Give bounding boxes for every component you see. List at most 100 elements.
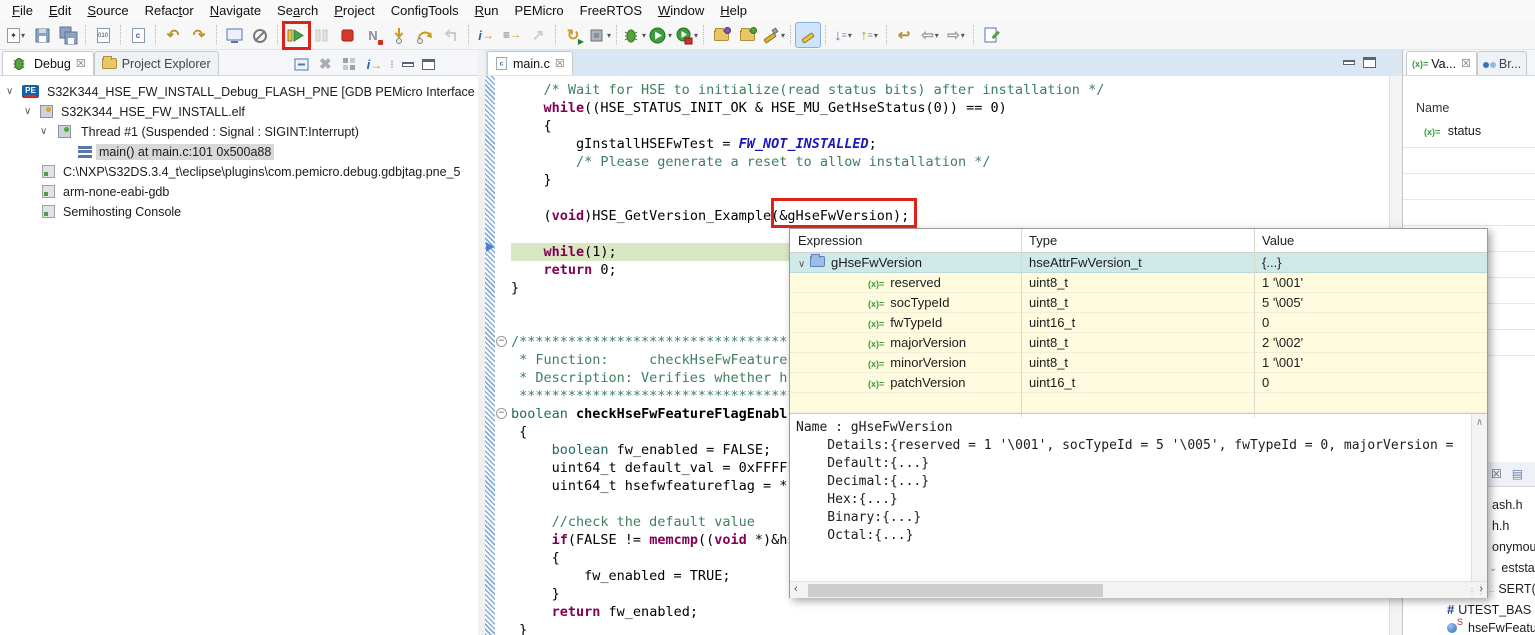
scroll-left-icon[interactable]: ‹	[794, 583, 798, 595]
skip-breakpoints-button[interactable]	[248, 23, 272, 47]
step-over-button[interactable]	[413, 23, 437, 47]
menu-navigate[interactable]: Navigate	[202, 1, 269, 20]
show-next-statement-icon[interactable]: i→	[367, 57, 383, 72]
expression-row[interactable]: (x)=reserveduint8_t1 '\001'	[790, 273, 1487, 293]
suspend-button[interactable]	[309, 23, 333, 47]
dropdown-arrow-icon[interactable]: ▾	[694, 31, 698, 40]
outline-list-icon[interactable]: ▤	[1512, 467, 1523, 481]
dropdown-arrow-icon[interactable]: ▾	[607, 31, 611, 40]
expression-row[interactable]: ∨gHseFwVersionhseAttrFwVersion_t{...}	[790, 253, 1487, 273]
expression-row[interactable]: (x)=majorVersionuint8_t2 '\002'	[790, 333, 1487, 353]
profile-button[interactable]: ▾	[674, 23, 698, 47]
variable-row[interactable]: (x)= status	[1424, 124, 1481, 138]
undo-button[interactable]: ↶	[161, 23, 185, 47]
minimize-icon[interactable]	[1343, 60, 1355, 65]
forward-button[interactable]: ⇨▾	[944, 23, 968, 47]
debug-tree-row[interactable]: ∨S32K344_HSE_FW_INSTALL.elf	[0, 102, 478, 121]
menu-pemicro[interactable]: PEMicro	[507, 1, 572, 20]
menu-search[interactable]: Search	[269, 1, 326, 20]
outline-item[interactable]: h.h	[1492, 519, 1509, 533]
tab-variables[interactable]: (x)=Va...☒	[1406, 51, 1477, 75]
expression-row[interactable]: (x)=socTypeIduint8_t5 '\005'	[790, 293, 1487, 313]
tab-breakpoints[interactable]: Br...	[1477, 51, 1527, 75]
close-icon[interactable]: ☒	[555, 57, 565, 70]
last-edit-location-button[interactable]: ↩	[892, 23, 916, 47]
menu-refactor[interactable]: Refactor	[137, 1, 202, 20]
maximize-icon[interactable]	[422, 59, 435, 70]
expression-row[interactable]: (x)=fwTypeIduint16_t0	[790, 313, 1487, 333]
move-to-line-button[interactable]: ≡→	[500, 23, 524, 47]
debug-launch-tree[interactable]: ∨PES32K344_HSE_FW_INSTALL_Debug_FLASH_PN…	[0, 77, 478, 635]
outline-item[interactable]: onymou	[1492, 540, 1535, 554]
step-into-button[interactable]	[387, 23, 411, 47]
debug-tree-row[interactable]: arm-none-eabi-gdb	[0, 182, 478, 201]
instruction-stepping-icon[interactable]	[340, 55, 359, 74]
redo-button[interactable]: ↷	[187, 23, 211, 47]
menu-window[interactable]: Window	[650, 1, 712, 20]
outline-item[interactable]: #UTEST_BAS	[1447, 602, 1531, 617]
tab-debug[interactable]: Debug☒	[2, 51, 94, 75]
open-project-button[interactable]	[709, 23, 733, 47]
scrollbar-thumb[interactable]	[808, 584, 1103, 597]
dropdown-arrow-icon[interactable]: ▾	[642, 31, 646, 40]
dropdown-arrow-icon[interactable]: ▾	[848, 31, 852, 40]
minimize-box-icon[interactable]	[292, 55, 311, 74]
previous-annotation-button[interactable]: ↑≡▾	[857, 23, 881, 47]
menu-file[interactable]: File	[4, 1, 41, 20]
close-icon[interactable]: ☒	[76, 57, 86, 70]
debug-tree-row[interactable]: ∨Thread #1 (Suspended : Signal : SIGINT:…	[0, 122, 478, 141]
column-divider[interactable]	[1254, 229, 1255, 417]
dropdown-arrow-icon[interactable]: ▾	[668, 31, 672, 40]
chevron-down-icon[interactable]: ∨	[24, 106, 36, 117]
minimize-icon[interactable]	[402, 62, 414, 67]
dropdown-arrow-icon[interactable]: ▾	[21, 31, 25, 40]
debug-tree-row[interactable]: C:\NXP\S32DS.3.4_t\eclipse\plugins\com.p…	[0, 162, 478, 181]
menu-help[interactable]: Help	[712, 1, 755, 20]
chevron-down-icon[interactable]: ∨	[798, 259, 810, 270]
instruction-step-button[interactable]: i→	[474, 23, 498, 47]
resume-at-line-button[interactable]: ↗	[526, 23, 550, 47]
dropdown-arrow-icon[interactable]: ▾	[781, 31, 785, 40]
terminate-button[interactable]	[335, 23, 359, 47]
menu-project[interactable]: Project	[326, 1, 382, 20]
expression-row[interactable]: (x)=minorVersionuint8_t1 '\001'	[790, 353, 1487, 373]
chevron-down-icon[interactable]: ∨	[6, 86, 18, 97]
expression-row[interactable]	[790, 393, 1487, 413]
menu-run[interactable]: Run	[467, 1, 507, 20]
view-menu-icon[interactable]: ⁝	[390, 58, 394, 71]
remove-terminated-icon[interactable]: ✖	[319, 57, 332, 72]
target-chip-button[interactable]: ▾	[587, 23, 611, 47]
dropdown-arrow-icon[interactable]: ▾	[961, 31, 965, 40]
maximize-icon[interactable]	[1363, 57, 1376, 68]
binary-file-button[interactable]: 010	[91, 23, 115, 47]
mark-occurrences-button[interactable]	[796, 23, 820, 47]
debug-tree-row[interactable]: Semihosting Console	[0, 202, 478, 221]
flash-programmer-button[interactable]: ▾	[761, 23, 785, 47]
close-icon[interactable]: ☒	[1491, 467, 1502, 481]
details-vertical-scrollbar[interactable]: ∧	[1471, 414, 1487, 581]
dropdown-arrow-icon[interactable]: ▾	[874, 31, 878, 40]
menu-freertos[interactable]: FreeRTOS	[572, 1, 650, 20]
column-header-value[interactable]: Value	[1262, 233, 1294, 248]
c-file-button[interactable]: c	[126, 23, 150, 47]
chevron-down-icon[interactable]: ∨	[40, 126, 52, 137]
menu-source[interactable]: Source	[79, 1, 136, 20]
outline-item[interactable]: ash.h	[1492, 498, 1523, 512]
debug-button[interactable]: ▾	[622, 23, 646, 47]
fold-collapse-icon[interactable]: −	[496, 336, 507, 347]
new-wizard-button[interactable]: ✦▾	[4, 23, 28, 47]
tab-main-c[interactable]: cmain.c☒	[487, 51, 573, 75]
disconnect-button[interactable]: N	[361, 23, 385, 47]
column-header-type[interactable]: Type	[1029, 233, 1057, 248]
save-all-button[interactable]	[56, 23, 80, 47]
step-return-button[interactable]	[439, 23, 463, 47]
debug-tree-row[interactable]: main() at main.c:101 0x500a88	[0, 142, 478, 161]
scroll-up-icon[interactable]: ∧	[1476, 417, 1483, 428]
link-with-editor-button[interactable]	[979, 23, 1003, 47]
outline-item[interactable]: ⌄eststatus	[1489, 561, 1535, 575]
column-header-expression[interactable]: Expression	[798, 233, 862, 248]
menu-edit[interactable]: Edit	[41, 1, 79, 20]
expression-row[interactable]: (x)=patchVersionuint16_t0	[790, 373, 1487, 393]
outline-item[interactable]: hseFwFeatu	[1447, 621, 1535, 635]
popup-horizontal-scrollbar[interactable]: ‹ ›	[790, 581, 1487, 598]
